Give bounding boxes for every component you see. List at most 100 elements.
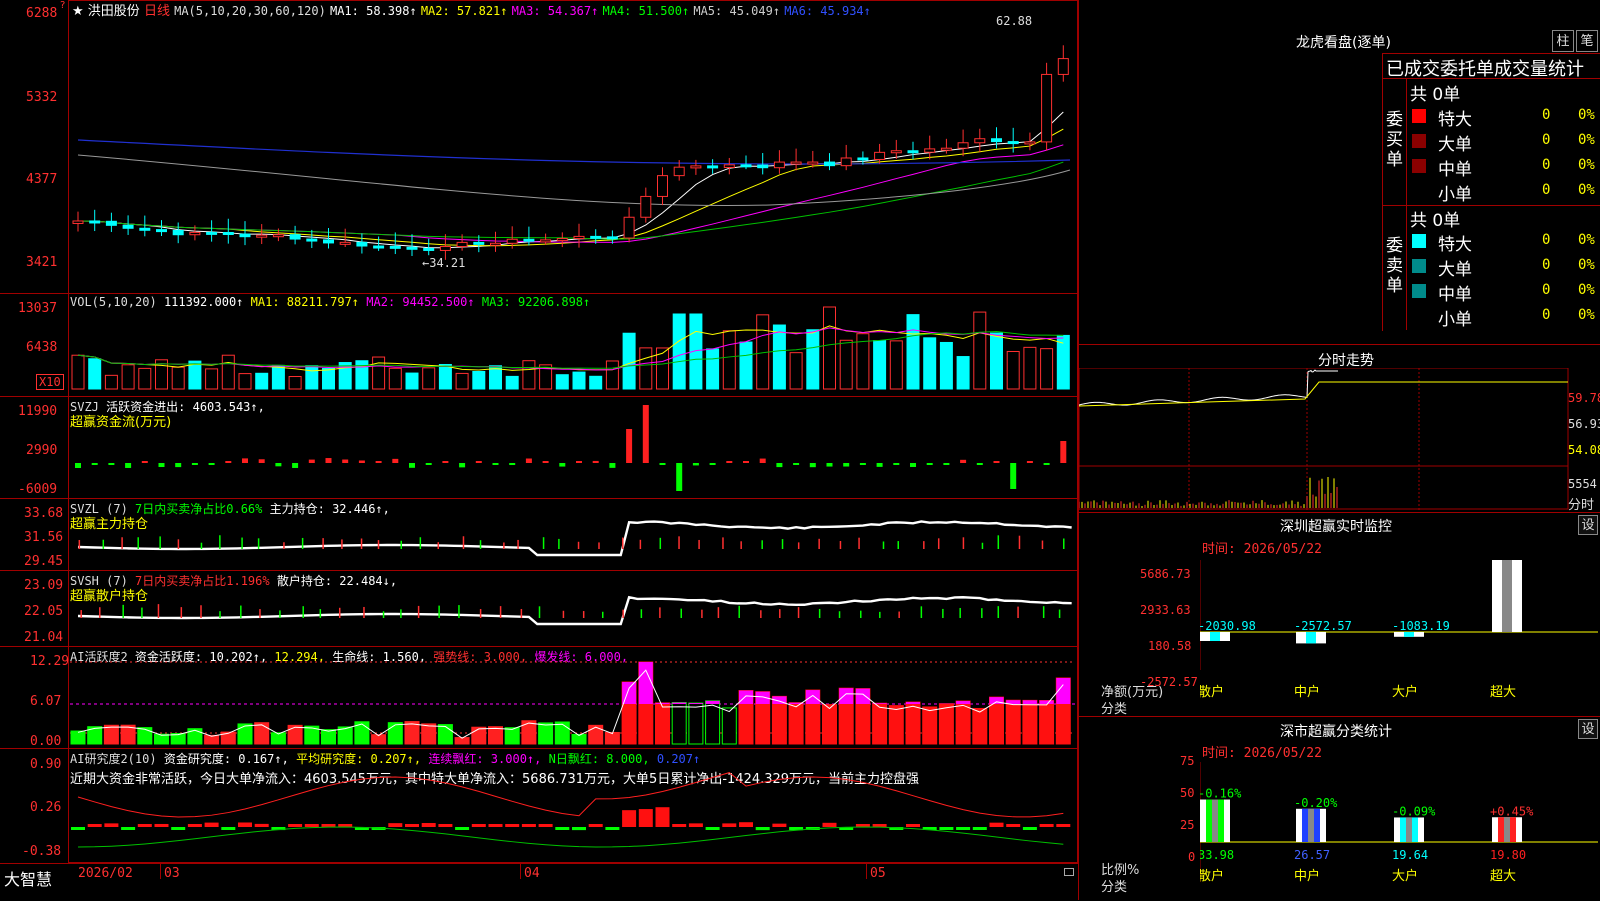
research-bar [572,827,586,830]
fund-flow-bar [877,463,883,467]
activity-bar [990,697,1004,744]
classify-bar-core [1308,809,1314,842]
activity-bar [939,704,953,744]
monitor-bar [1200,632,1230,641]
candle [808,162,818,164]
candle [758,165,768,168]
brand-label: 大智慧 [4,866,52,890]
candle [507,239,517,243]
intraday-vol-tick: 5554 [1568,477,1597,491]
research-bar [539,824,553,827]
volume-bar [606,361,618,389]
buy-row-percent: 0% [1578,107,1595,123]
candle [240,234,250,237]
candle [624,217,634,238]
intraday-chart[interactable] [1079,368,1569,510]
volume-bar [824,307,836,389]
classify-chart[interactable]: -0.16%33.98散户-0.20%26.57中户-0.09%19.64大户+… [1200,762,1598,900]
activity-bar [1023,700,1037,744]
volume-bar [239,374,251,389]
candle [958,143,968,148]
volume-bar [807,330,819,389]
svzj-chart[interactable] [70,397,1078,498]
buy-color-swatch [1412,159,1426,173]
volume-bar [840,340,852,389]
volume-bar [222,355,234,389]
monitor-bar-center [1502,560,1512,632]
volume-bar [1057,335,1069,389]
volume-bar [306,366,318,389]
candle [157,230,167,232]
research-bar [322,824,336,827]
research-bar [88,824,102,827]
candle [841,158,851,166]
monitor-bar-center [1306,632,1316,643]
date-axis-divider [866,863,867,879]
research-bar [121,827,135,830]
intraday-frame [1079,368,1568,509]
fund-flow-bar [392,459,398,463]
classify-tick: 50 [1180,786,1194,800]
research-bar [823,823,837,827]
fund-flow-bar [242,458,248,463]
classify-settings-button[interactable]: 设 [1578,719,1598,739]
fund-flow-bar [776,463,782,467]
date-axis-divider [160,863,161,879]
low-price-label: ←34.21 [422,256,465,270]
activity-bar [505,728,519,744]
volume-chart[interactable] [70,294,1078,396]
classify-value: 19.64 [1392,848,1428,862]
sell-row-value: 0 [1542,232,1550,248]
volume-bar [890,341,902,389]
volume-bar [389,368,401,389]
volume-bar [206,369,218,389]
activity-bar [1040,701,1054,744]
ai-activity-chart[interactable] [70,647,1078,748]
volume-bar [323,368,335,389]
lock-icon[interactable] [1064,868,1074,876]
volume-bar [72,355,84,389]
fund-flow-bar [142,461,148,463]
volume-bar [957,357,969,389]
bar-view-button[interactable]: 柱 [1552,30,1574,52]
research-bar [388,823,402,827]
volume-bar [1007,351,1019,389]
monitor-chart[interactable]: -2030.98散户-2572.57中户-1083.19大户5686.73超大 [1200,560,1598,700]
fund-flow-bar [292,463,298,468]
ai-research-chart[interactable] [70,749,1078,862]
monitor-settings-button[interactable]: 设 [1578,515,1598,535]
volume-bar [874,341,886,389]
classify-category: 超大 [1490,869,1516,884]
research-bar [772,824,786,827]
candle [875,152,885,159]
fund-flow-bar [893,463,899,465]
volume-bar [256,373,268,389]
kline-chart[interactable] [70,0,1078,292]
activity-bar [973,708,987,744]
research-bar [622,810,636,827]
svsh-chart[interactable] [70,571,1078,646]
buy-row-label: 特大 [1438,105,1472,130]
monitor-border [1078,512,1600,513]
classify-change: +0.45% [1490,804,1534,818]
intraday-tick: 59.78 [1568,391,1600,405]
volume-bar [172,367,184,389]
classify-category: 大户 [1392,868,1418,884]
research-bar [171,827,185,830]
pen-view-button[interactable]: 笔 [1576,30,1598,52]
activity-bar [906,702,920,744]
sell-color-swatch [1412,284,1426,298]
intraday-avg-line [1079,382,1568,406]
date-axis-divider [520,863,521,879]
activity-bar [672,703,686,744]
fund-flow-bar [960,460,966,463]
research-bar [522,824,536,827]
volume-bar [907,315,919,389]
research-bar [1006,824,1020,827]
monitor-bar [1492,560,1522,632]
fund-flow-bar [209,463,215,465]
activity-bar [238,724,252,744]
svzl-chart[interactable] [70,499,1078,570]
research-bar [555,827,569,830]
candle [474,242,484,244]
